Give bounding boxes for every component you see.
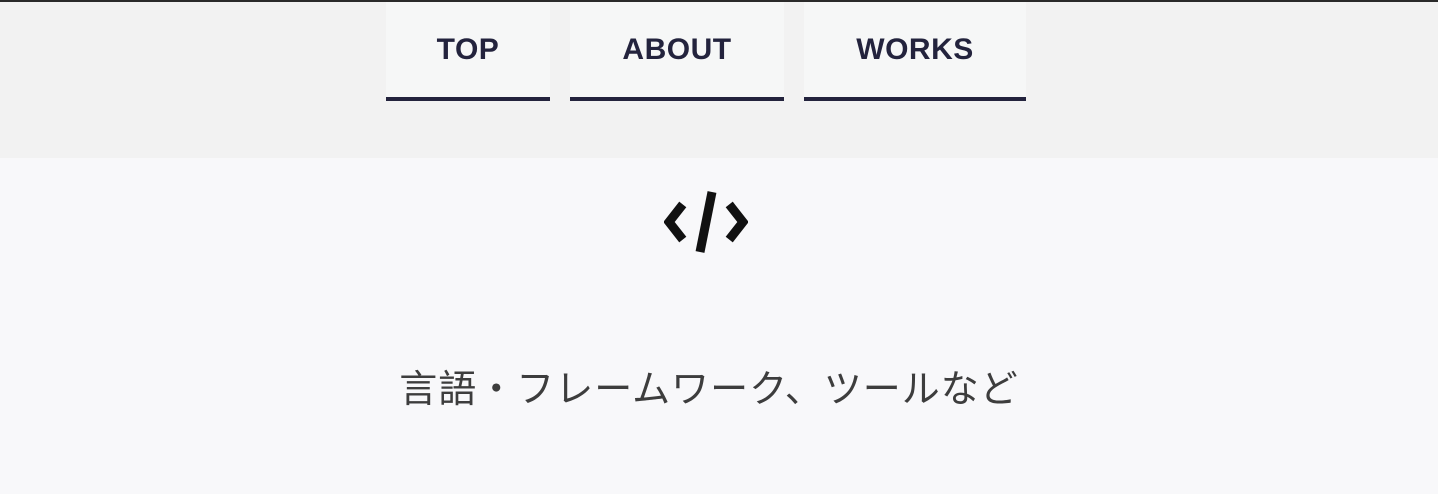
code-icon xyxy=(664,191,748,253)
section-title: 言語・フレームワーク、ツールなど xyxy=(399,367,1019,411)
nav-item-top[interactable]: TOP xyxy=(386,2,550,101)
nav-item-about[interactable]: ABOUT xyxy=(570,2,784,101)
nav-item-label: ABOUT xyxy=(622,32,732,66)
skills-section: 言語・フレームワーク、ツールなど xyxy=(0,158,1438,494)
nav-item-label: WORKS xyxy=(856,32,974,66)
nav-item-label: TOP xyxy=(436,32,500,66)
site-header: TOP ABOUT WORKS xyxy=(0,2,1438,158)
nav-item-works[interactable]: WORKS xyxy=(804,2,1026,101)
main-nav: TOP ABOUT WORKS xyxy=(386,2,1026,101)
